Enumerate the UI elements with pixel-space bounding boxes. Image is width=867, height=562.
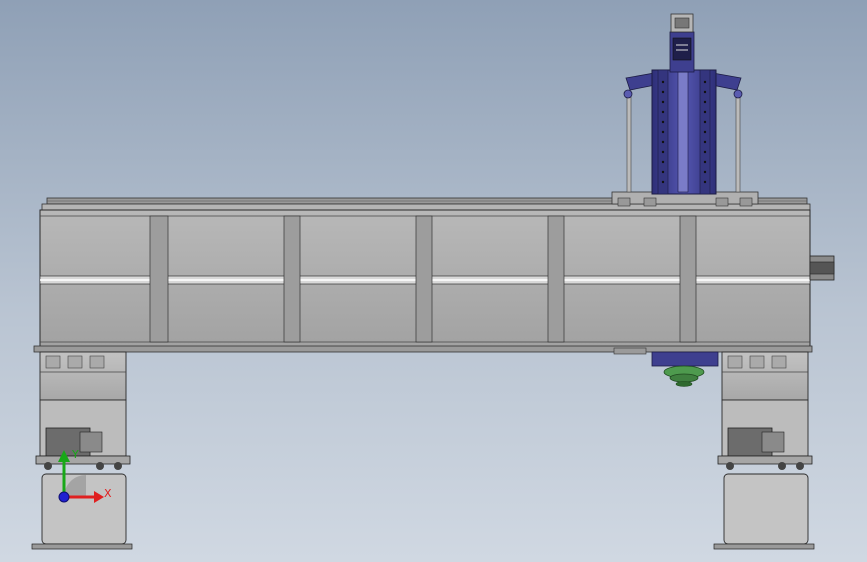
left-leg — [31, 351, 133, 550]
spindle — [613, 347, 719, 387]
z-axis-dot — [58, 491, 70, 503]
x-axis-label: X — [104, 487, 112, 500]
gantry-model[interactable]: Y X — [0, 0, 867, 562]
gantry-beam — [33, 209, 813, 353]
cad-viewport[interactable]: Y X — [0, 0, 867, 562]
z-carriage — [623, 13, 743, 195]
right-leg — [713, 351, 815, 550]
beam-end-motor — [809, 255, 835, 281]
y-axis-label: Y — [71, 448, 79, 461]
